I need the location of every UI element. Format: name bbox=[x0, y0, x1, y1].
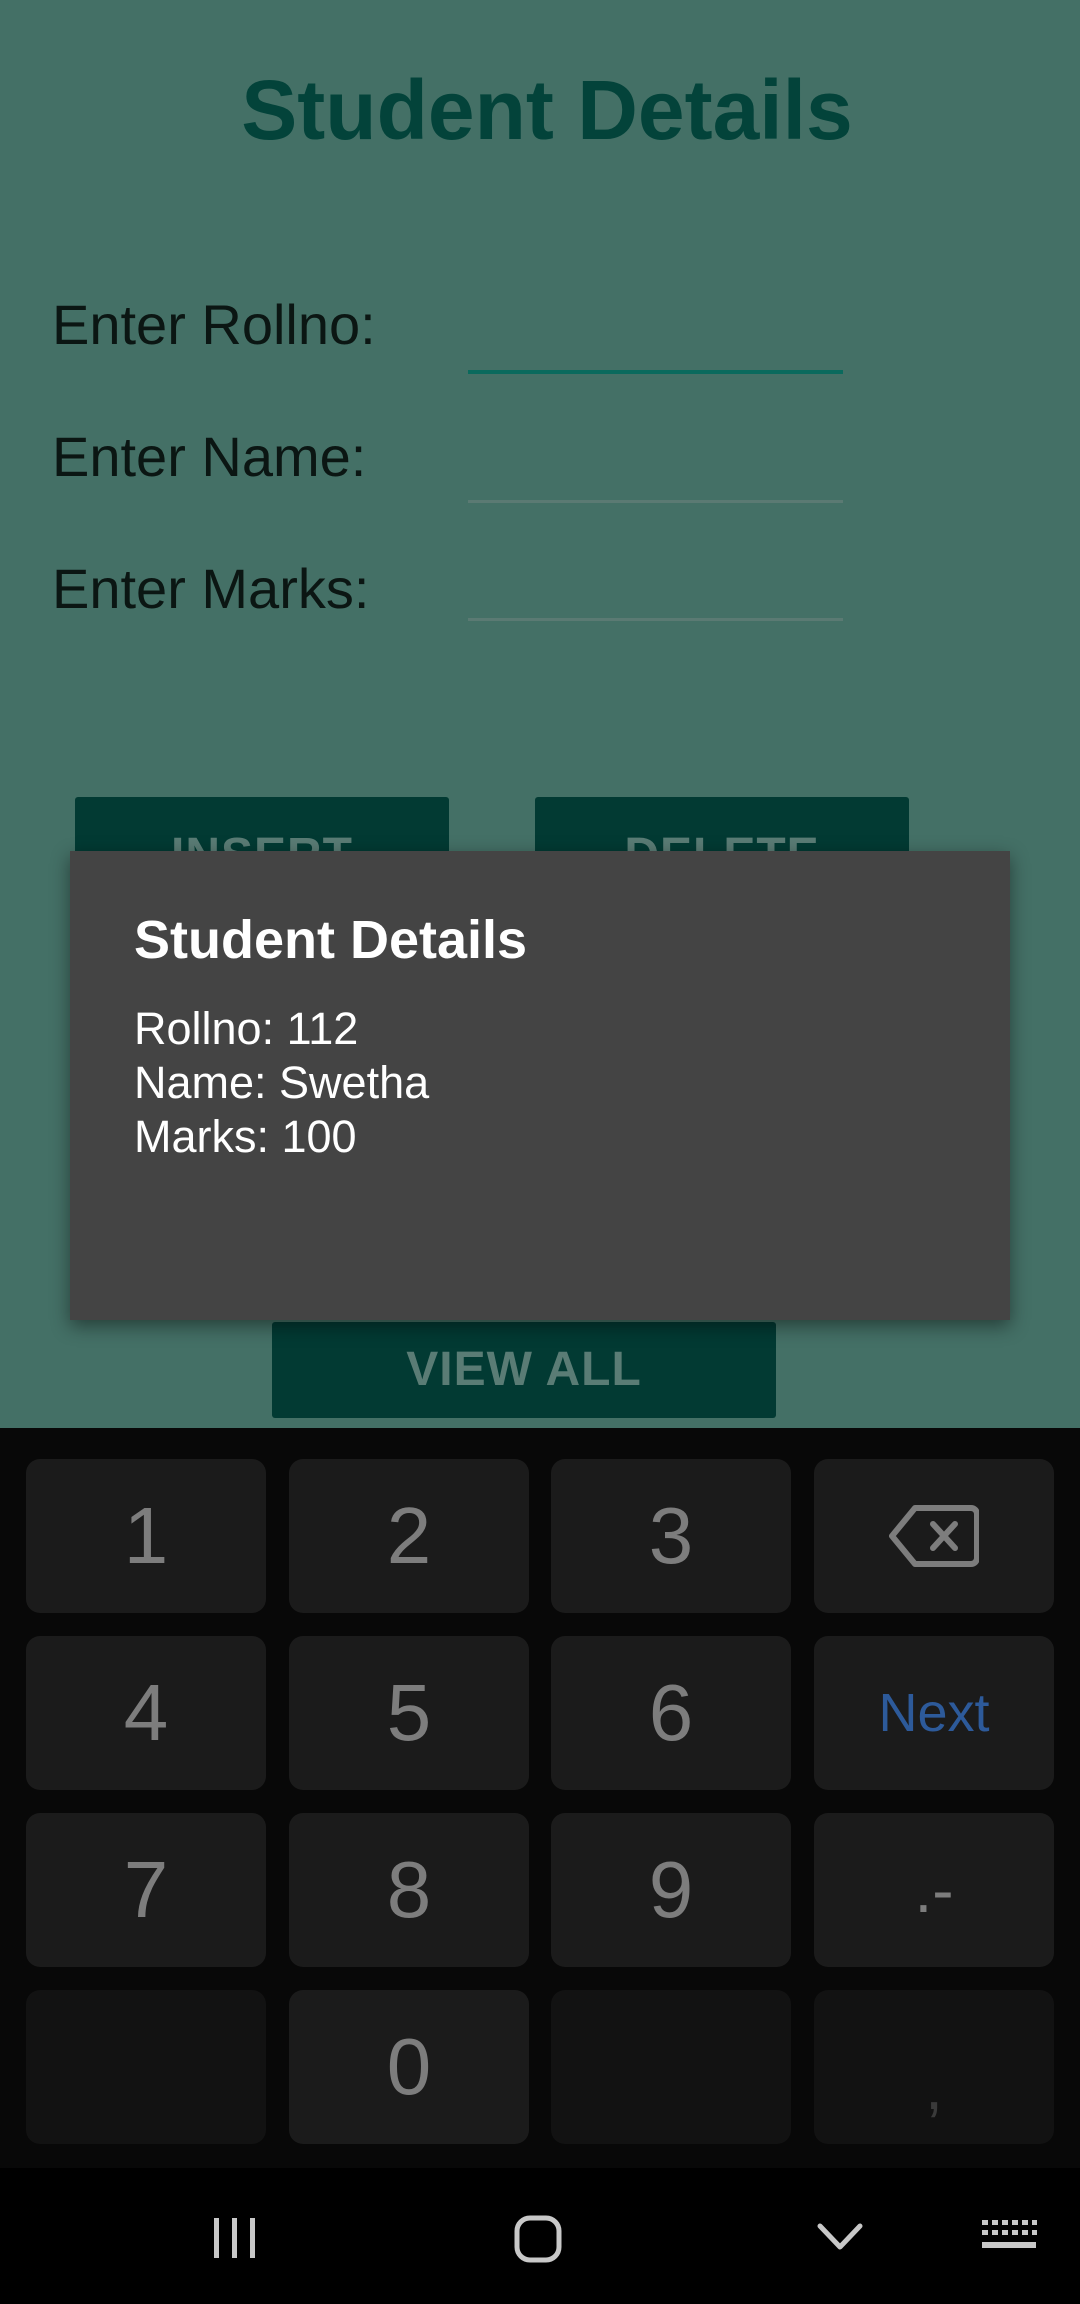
dialog-marks: Marks: 100 bbox=[134, 1111, 357, 1162]
name-label: Enter Name: bbox=[52, 425, 367, 488]
numeric-keyboard: 1 2 3 4 5 6 Next 7 8 9 .- 0 , bbox=[0, 1428, 1080, 2168]
key-comma[interactable]: , bbox=[814, 1990, 1054, 2144]
navigation-bar bbox=[0, 2168, 1080, 2304]
view-all-button[interactable]: VIEW ALL bbox=[272, 1322, 776, 1418]
key-3[interactable]: 3 bbox=[551, 1459, 791, 1613]
dialog-rollno: Rollno: 112 bbox=[134, 1003, 359, 1054]
key-8[interactable]: 8 bbox=[289, 1813, 529, 1967]
rollno-label: Enter Rollno: bbox=[52, 293, 376, 356]
next-key[interactable]: Next bbox=[814, 1636, 1054, 1790]
key-dot-dash[interactable]: .- bbox=[814, 1813, 1054, 1967]
key-6[interactable]: 6 bbox=[551, 1636, 791, 1790]
dialog-title: Student Details bbox=[134, 910, 528, 970]
key-blank-middle bbox=[551, 1990, 791, 2144]
marks-label: Enter Marks: bbox=[52, 557, 370, 620]
student-details-dialog: Student Details Rollno: 112 Name: Swetha… bbox=[70, 851, 1010, 1320]
key-blank-left bbox=[26, 1990, 266, 2144]
key-7[interactable]: 7 bbox=[26, 1813, 266, 1967]
recents-icon[interactable] bbox=[210, 2216, 260, 2260]
key-2[interactable]: 2 bbox=[289, 1459, 529, 1613]
keyboard-icon[interactable] bbox=[980, 2218, 1038, 2254]
key-1[interactable]: 1 bbox=[26, 1459, 266, 1613]
name-field[interactable] bbox=[468, 428, 843, 503]
home-icon[interactable] bbox=[513, 2214, 563, 2264]
key-4[interactable]: 4 bbox=[26, 1636, 266, 1790]
back-chevron-icon[interactable] bbox=[815, 2220, 865, 2254]
page-title: Student Details bbox=[241, 63, 853, 157]
key-9[interactable]: 9 bbox=[551, 1813, 791, 1967]
key-5[interactable]: 5 bbox=[289, 1636, 529, 1790]
rollno-field[interactable] bbox=[468, 298, 843, 374]
dialog-name: Name: Swetha bbox=[134, 1057, 430, 1108]
marks-field[interactable] bbox=[468, 546, 843, 621]
key-0[interactable]: 0 bbox=[289, 1990, 529, 2144]
backspace-key[interactable] bbox=[814, 1459, 1054, 1613]
backspace-icon bbox=[889, 1505, 979, 1567]
